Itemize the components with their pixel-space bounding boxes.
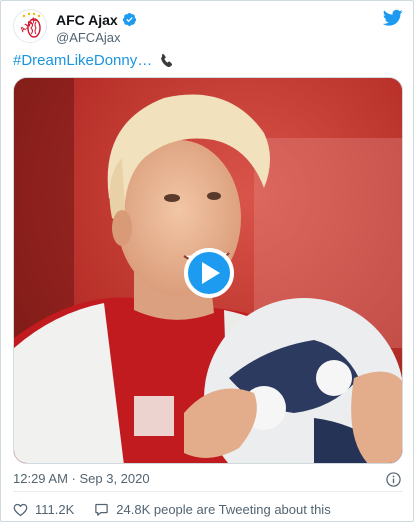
speech-bubble-icon (95, 503, 109, 516)
conversation-label: 24.8K people are Tweeting about this (116, 501, 331, 517)
telephone-icon (161, 53, 173, 68)
conversation-link[interactable]: 24.8K people are Tweeting about this (94, 501, 331, 517)
author-names: AFC Ajax @AFCAjax (56, 11, 137, 45)
twitter-logo-icon[interactable] (383, 9, 403, 27)
play-icon (202, 262, 220, 284)
heart-icon (13, 503, 28, 516)
divider (13, 491, 403, 492)
tweet-timestamp[interactable]: 12:29 AM · Sep 3, 2020 (13, 471, 150, 486)
video-player[interactable] (13, 77, 403, 464)
like-button[interactable]: 111.2K (13, 502, 94, 517)
avatar[interactable]: AJAX (13, 9, 47, 43)
verified-icon (122, 12, 136, 27)
tweet-header: AJAX AFC Ajax @AFCAjax (13, 9, 403, 45)
like-count: 111.2K (35, 501, 75, 517)
handle[interactable]: @AFCAjax (56, 30, 137, 45)
play-button[interactable] (184, 248, 234, 298)
info-icon[interactable] (386, 472, 401, 487)
display-name[interactable]: AFC Ajax (56, 12, 118, 28)
tweet-card[interactable]: AJAX AFC Ajax @AFCAjax #DreamLikeDonny… … (0, 0, 414, 522)
tweet-actions: 111.2K 24.8K people are Tweeting about t… (13, 499, 331, 519)
hashtag-link[interactable]: #DreamLikeDonny… (13, 51, 152, 71)
tweet-text: #DreamLikeDonny… (13, 51, 175, 71)
ajax-logo-icon: AJAX (15, 11, 46, 42)
